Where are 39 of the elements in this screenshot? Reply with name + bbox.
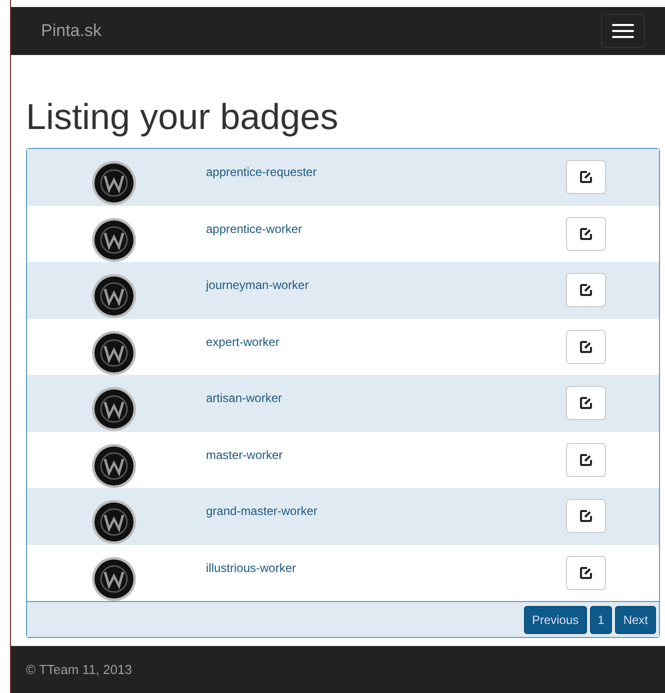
badge-icon bbox=[90, 216, 138, 264]
badge-link[interactable]: apprentice-requester bbox=[206, 163, 566, 182]
edit-button[interactable] bbox=[566, 442, 606, 477]
edit-icon bbox=[579, 452, 593, 467]
edit-button[interactable] bbox=[566, 160, 606, 194]
edit-icon bbox=[579, 396, 593, 410]
badge-link[interactable]: apprentice-worker bbox=[206, 220, 566, 238]
menu-button[interactable] bbox=[601, 14, 645, 48]
edit-button[interactable] bbox=[566, 216, 606, 251]
page-heading: Listing your badges bbox=[26, 95, 340, 138]
edit-icon bbox=[579, 226, 593, 241]
page-button[interactable]: Next bbox=[615, 606, 656, 634]
edit-icon bbox=[579, 566, 593, 580]
badge-icon bbox=[90, 442, 138, 490]
badge-icon bbox=[90, 272, 138, 320]
edit-icon bbox=[579, 509, 593, 524]
badge-icon bbox=[90, 554, 138, 603]
badge-link[interactable]: illustrious-worker bbox=[206, 558, 566, 577]
edit-button[interactable] bbox=[566, 330, 606, 364]
edit-button[interactable] bbox=[566, 273, 606, 308]
footer-text: © TTeam 11, 2013 bbox=[26, 660, 132, 679]
badge-icon bbox=[90, 385, 138, 434]
page-button[interactable]: 1 bbox=[590, 606, 612, 634]
badge-icon bbox=[90, 498, 138, 546]
edit-button[interactable] bbox=[566, 386, 606, 420]
badge-link[interactable]: journeyman-worker bbox=[206, 276, 566, 294]
edit-button[interactable] bbox=[566, 556, 606, 590]
badge-link[interactable]: grand-master-worker bbox=[206, 502, 566, 520]
badge-link[interactable]: expert-worker bbox=[206, 332, 566, 351]
badge-icon bbox=[90, 328, 138, 377]
badge-link[interactable]: master-worker bbox=[206, 446, 566, 464]
edit-icon bbox=[579, 340, 593, 354]
badge-link[interactable]: artisan-worker bbox=[206, 389, 566, 408]
brand-link[interactable]: Pinta.sk bbox=[41, 18, 102, 44]
edit-icon bbox=[579, 283, 593, 298]
badge-icon bbox=[90, 159, 138, 208]
page-button[interactable]: Previous bbox=[524, 606, 587, 634]
edit-icon bbox=[579, 170, 593, 184]
edit-button[interactable] bbox=[566, 499, 606, 534]
